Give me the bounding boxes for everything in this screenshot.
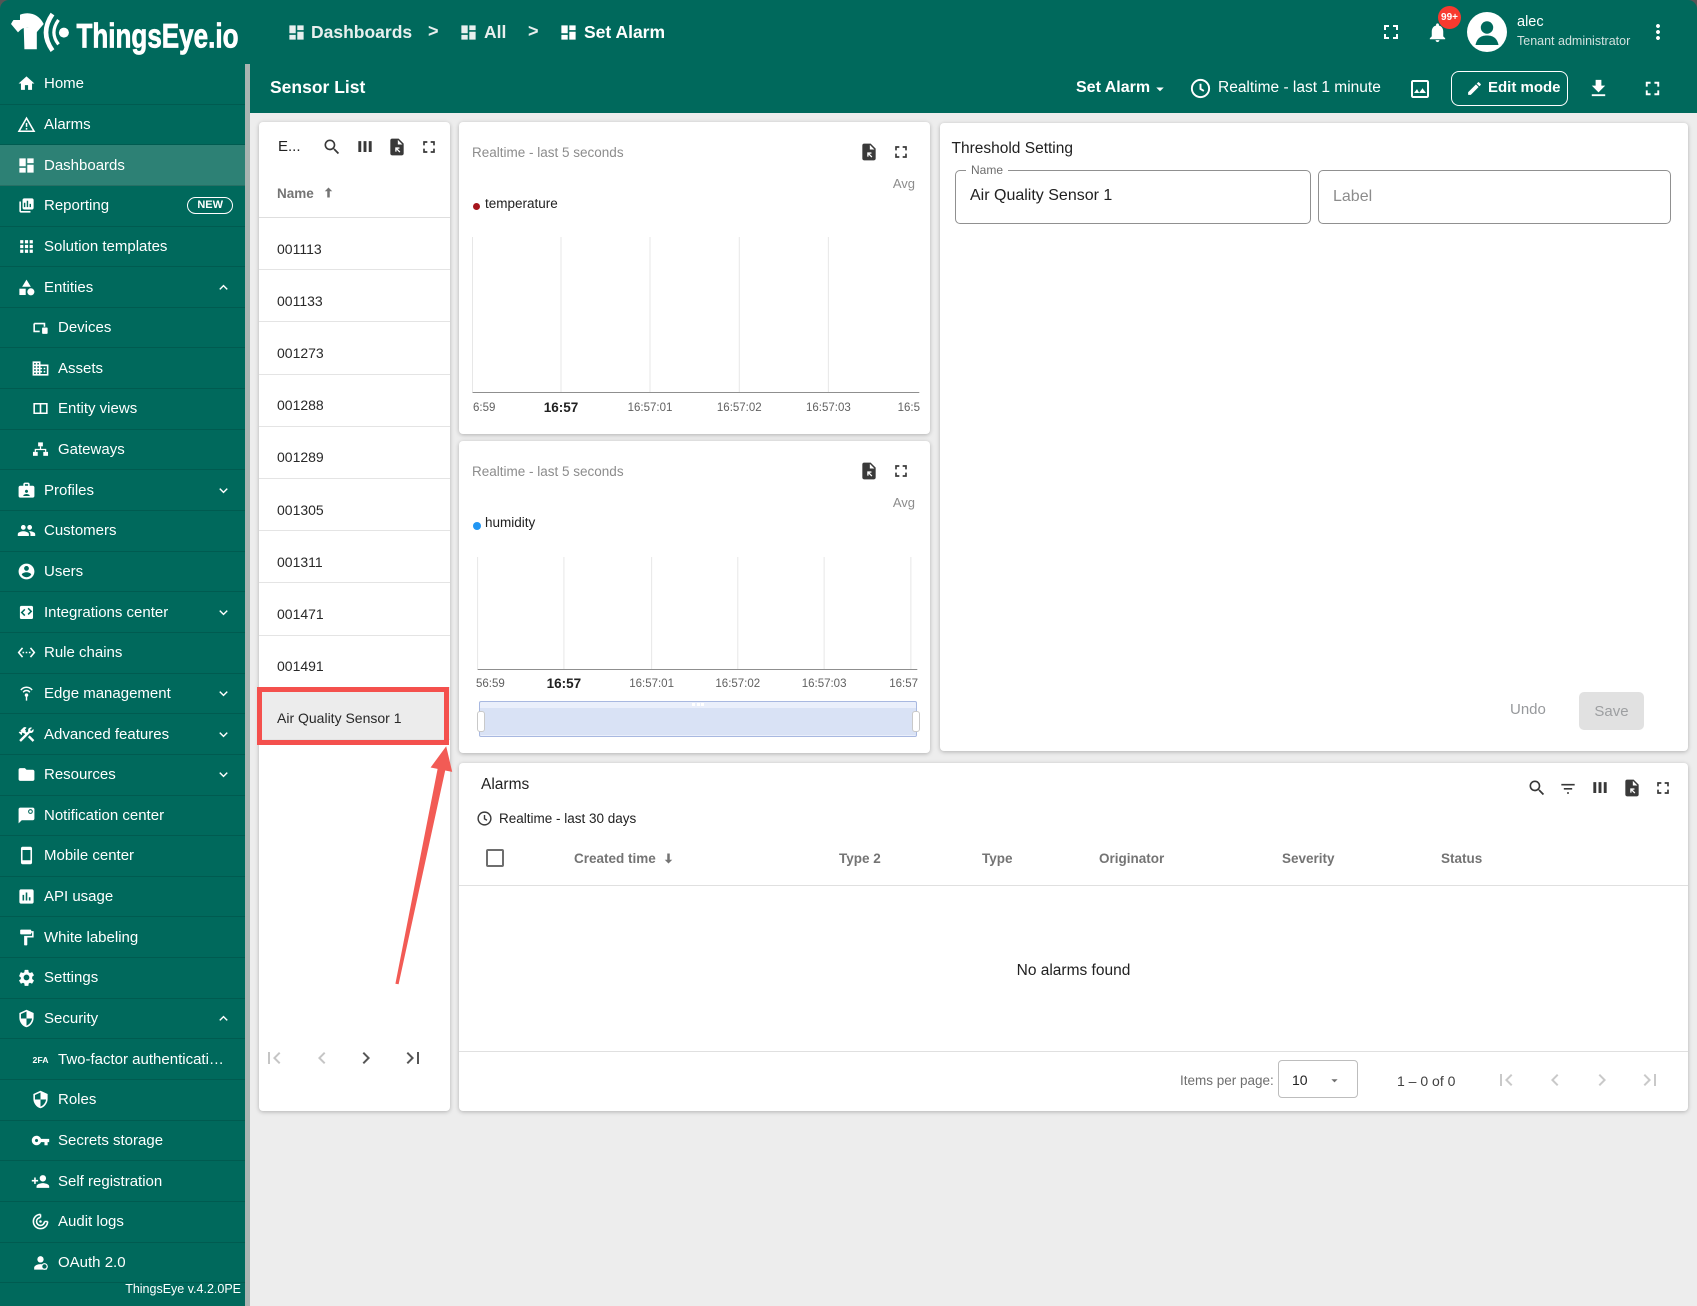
svg-text:16:57:03: 16:57:03	[806, 402, 851, 414]
svg-text:16:57:02: 16:57:02	[715, 678, 760, 690]
svg-text:16:57:03: 16:57:03	[802, 678, 847, 690]
svg-text:6:59: 6:59	[473, 402, 495, 414]
svg-text:2FA: 2FA	[33, 1055, 50, 1065]
svg-text:16:5: 16:5	[898, 402, 920, 414]
svg-text:16:57: 16:57	[544, 400, 579, 415]
svg-text:16:57:01: 16:57:01	[628, 402, 673, 414]
svg-text:16:57:01: 16:57:01	[629, 678, 674, 690]
svg-text:16:57: 16:57	[889, 678, 918, 690]
svg-text:56:59: 56:59	[476, 678, 505, 690]
svg-text:16:57:02: 16:57:02	[717, 402, 762, 414]
svg-text:ThingsEye.io: ThingsEye.io	[77, 18, 239, 56]
svg-text:16:57: 16:57	[547, 676, 582, 691]
